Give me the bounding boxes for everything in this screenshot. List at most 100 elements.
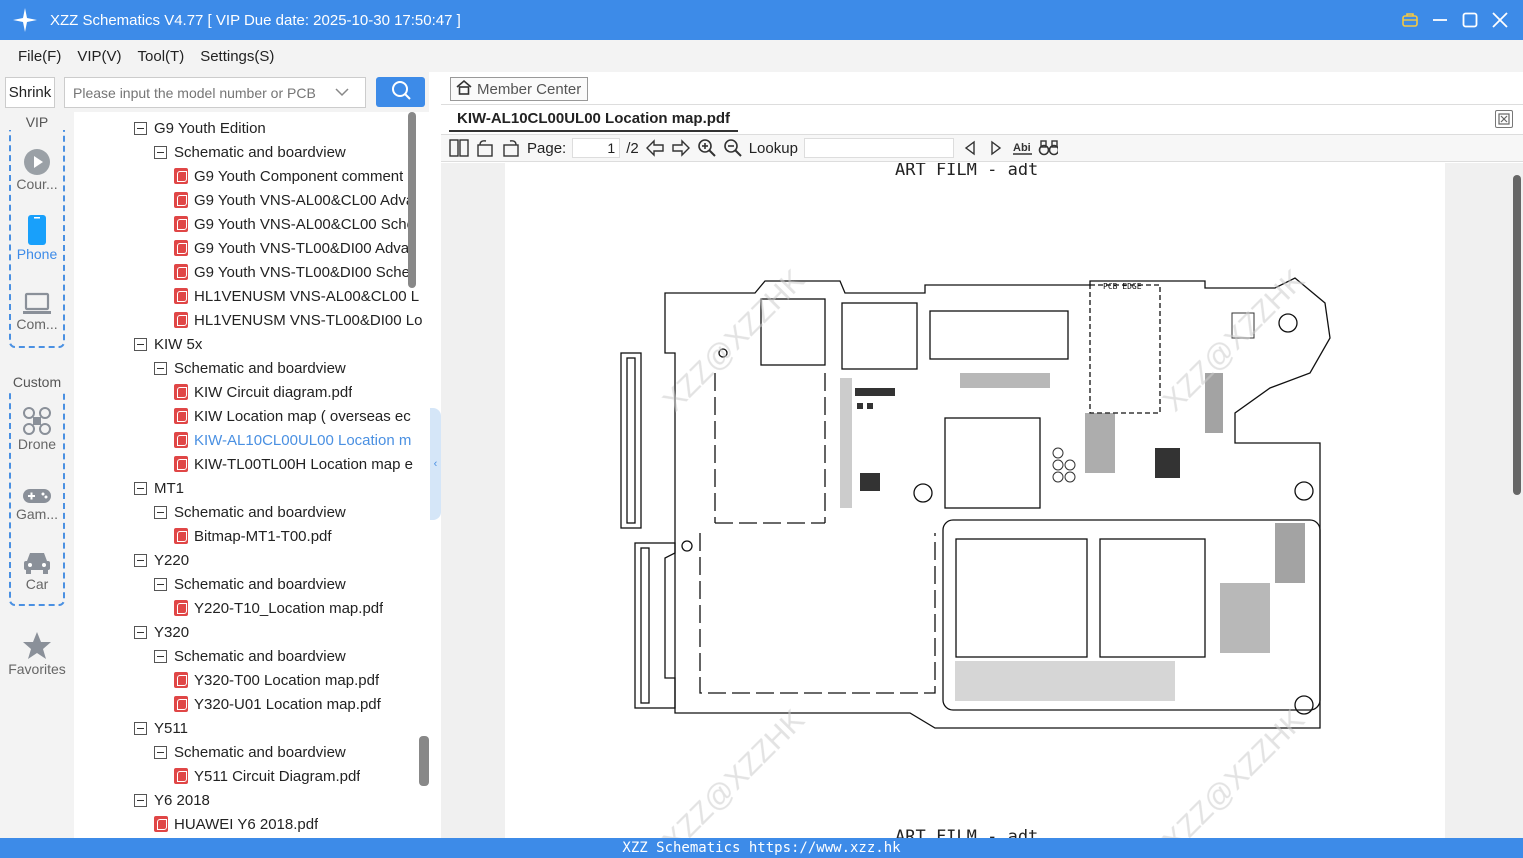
tree-file-item[interactable]: KIW-TL00TL00H Location map e — [174, 452, 429, 476]
collapse-toggle-icon[interactable] — [134, 625, 147, 639]
close-icon[interactable] — [1491, 11, 1509, 29]
tree-folder-item[interactable]: Y6 2018 — [134, 788, 429, 812]
page-number-input[interactable]: 1 — [572, 138, 621, 158]
tree-scrollbar[interactable] — [408, 112, 416, 288]
tree-folder-item[interactable]: Schematic and boardview — [154, 644, 429, 668]
menu-tool[interactable]: Tool(T) — [138, 48, 185, 65]
collapse-panel-icon[interactable]: ‹ — [430, 408, 441, 520]
collapse-toggle-icon[interactable] — [134, 721, 147, 735]
find-previous-icon[interactable] — [960, 138, 980, 158]
menu-file[interactable]: File(F) — [18, 48, 61, 65]
collapse-toggle-icon[interactable] — [154, 361, 167, 375]
tree-folder-item[interactable]: Schematic and boardview — [154, 356, 429, 380]
match-case-icon[interactable]: Abi — [1012, 138, 1032, 158]
next-page-icon[interactable] — [671, 138, 691, 158]
pdf-file-icon — [174, 768, 188, 784]
watermark-text-1: XZZ@XZZHK — [657, 263, 811, 417]
tree-file-item[interactable]: G9 Youth Component comment — [174, 164, 429, 188]
tree-file-item[interactable]: Bitmap-MT1-T00.pdf — [174, 524, 429, 548]
tree-file-item[interactable]: G9 Youth VNS-AL00&CL00 Sche — [174, 212, 429, 236]
tree-folder-item[interactable]: Schematic and boardview — [154, 500, 429, 524]
menu-settings[interactable]: Settings(S) — [200, 48, 274, 65]
search-input[interactable] — [73, 84, 335, 101]
zoom-in-icon[interactable] — [697, 138, 717, 158]
collapse-toggle-icon[interactable] — [154, 745, 167, 759]
minimize-icon[interactable] — [1431, 11, 1449, 29]
tree-file-item[interactable]: KIW-AL10CL00UL00 Location m — [174, 428, 429, 452]
watermark-text-3: XZZ@XZZHK — [657, 703, 811, 838]
page-total: /2 — [626, 139, 639, 157]
chevron-down-icon[interactable] — [335, 84, 349, 102]
previous-page-icon[interactable] — [645, 138, 665, 158]
left-panel: Shrink VIP Custom Cour... Phone — [0, 72, 440, 838]
pdf-viewer[interactable]: ART FILM - adt ART FILM - adt PCB EDGE X… — [441, 163, 1523, 838]
maximize-icon[interactable] — [1461, 11, 1479, 29]
zoom-out-icon[interactable] — [723, 138, 743, 158]
tree-folder-item[interactable]: Y511 — [134, 716, 429, 740]
collapse-toggle-icon[interactable] — [154, 649, 167, 663]
menu-vip[interactable]: VIP(V) — [77, 48, 121, 65]
vip-badge-icon[interactable] — [1401, 11, 1419, 29]
rotate-left-icon[interactable] — [475, 138, 495, 158]
search-button[interactable] — [376, 77, 425, 107]
tree-folder-item[interactable]: Y220 — [134, 548, 429, 572]
tree-file-item[interactable]: KIW Location map ( overseas ec — [174, 404, 429, 428]
two-page-view-icon[interactable] — [449, 138, 469, 158]
collapse-toggle-icon[interactable] — [154, 577, 167, 591]
tree-item-label: HL1VENUSM VNS-AL00&CL00 L — [194, 287, 420, 305]
tab-document[interactable]: KIW-AL10CL00UL00 Location map.pdf — [449, 108, 739, 132]
sidebar-item-phone[interactable]: Phone — [0, 212, 74, 262]
tree-file-item[interactable]: G9 Youth VNS-TL00&DI00 Adva — [174, 236, 429, 260]
tree-file-item[interactable]: G9 Youth VNS-AL00&CL00 Adva — [174, 188, 429, 212]
member-center-button[interactable]: Member Center — [450, 77, 588, 101]
document-panel: Member Center KIW-AL10CL00UL00 Location … — [441, 72, 1523, 838]
tree-file-item[interactable]: HL1VENUSM VNS-TL00&DI00 Lo — [174, 308, 429, 332]
collapse-toggle-icon[interactable] — [134, 793, 147, 807]
collapse-toggle-icon[interactable] — [134, 481, 147, 495]
tree-scrollbar-secondary[interactable] — [419, 736, 429, 786]
tree-folder-item[interactable]: MT1 — [134, 476, 429, 500]
tree-file-item[interactable]: KIW Circuit diagram.pdf — [174, 380, 429, 404]
viewer-scrollbar[interactable] — [1511, 163, 1523, 838]
phone-icon — [0, 212, 74, 246]
binoculars-icon[interactable] — [1038, 138, 1058, 158]
sidebar-item-label: Phone — [16, 246, 58, 262]
tree-folder-item[interactable]: KIW 5x — [134, 332, 429, 356]
shrink-button[interactable]: Shrink — [5, 77, 55, 108]
tree-item-label: MT1 — [154, 479, 184, 497]
collapse-toggle-icon[interactable] — [154, 505, 167, 519]
collapse-toggle-icon[interactable] — [134, 337, 147, 351]
tree-file-item[interactable]: HUAWEI Y6 2018.pdf — [154, 812, 429, 836]
tree-item-label: KIW-AL10CL00UL00 Location m — [194, 431, 412, 449]
tree-folder-item[interactable]: Schematic and boardview — [154, 140, 429, 164]
category-sidebar: VIP Custom Cour... Phone Com... Drone Ga… — [0, 112, 74, 838]
rotate-right-icon[interactable] — [501, 138, 521, 158]
tree-file-item[interactable]: Y220-T10_Location map.pdf — [174, 596, 429, 620]
collapse-toggle-icon[interactable] — [134, 553, 147, 567]
tree-file-item[interactable]: Y320-T00 Location map.pdf — [174, 668, 429, 692]
tree-folder-item[interactable]: Schematic and boardview — [154, 572, 429, 596]
play-circle-icon — [0, 142, 74, 176]
close-tab-icon[interactable] — [1495, 110, 1513, 128]
sidebar-item-drone[interactable]: Drone — [0, 402, 74, 452]
find-next-icon[interactable] — [986, 138, 1006, 158]
viewer-scrollbar-thumb[interactable] — [1513, 175, 1521, 495]
sidebar-item-favorites[interactable]: Favorites — [0, 627, 74, 677]
sidebar-item-car[interactable]: Car — [0, 542, 74, 592]
tree-file-item[interactable]: HL1VENUSM VNS-AL00&CL00 L — [174, 284, 429, 308]
sidebar-item-computer[interactable]: Com... — [0, 282, 74, 332]
sidebar-item-games[interactable]: Gam... — [0, 472, 74, 522]
tree-folder-item[interactable]: G9 Youth Edition — [134, 116, 429, 140]
tree-file-item[interactable]: Y511 Circuit Diagram.pdf — [174, 764, 429, 788]
tree-file-item[interactable]: G9 Youth VNS-TL00&DI00 Sche — [174, 260, 429, 284]
tree-folder-item[interactable]: Y320 — [134, 620, 429, 644]
tree-item-label: Schematic and boardview — [174, 575, 346, 593]
collapse-toggle-icon[interactable] — [134, 121, 147, 135]
lookup-input[interactable] — [803, 138, 954, 158]
sidebar-item-courses[interactable]: Cour... — [0, 142, 74, 192]
divider — [441, 104, 1523, 105]
tree-file-item[interactable]: Y320-U01 Location map.pdf — [174, 692, 429, 716]
watermark-text-2: XZZ@XZZHK — [1157, 263, 1311, 417]
tree-folder-item[interactable]: Schematic and boardview — [154, 740, 429, 764]
collapse-toggle-icon[interactable] — [154, 145, 167, 159]
